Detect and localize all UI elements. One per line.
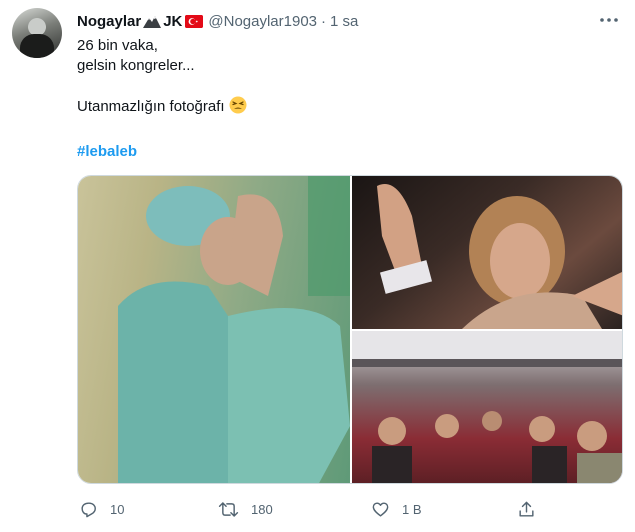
- like-count: 1 B: [402, 501, 422, 517]
- handle[interactable]: @Nogaylar1903: [208, 13, 317, 30]
- avatar[interactable]: [12, 8, 62, 58]
- tweet-line-1: 26 bin vaka,: [77, 37, 158, 54]
- turkey-flag-icon: [185, 14, 204, 28]
- tweet-line-4: Utanmazlığın fotoğrafı: [77, 96, 247, 116]
- heart-icon: [371, 500, 390, 519]
- share-icon: [517, 500, 536, 519]
- tweet-actions: 10 180 1 B: [77, 498, 623, 520]
- retweet-count: 180: [251, 501, 273, 517]
- tweet-header: Nogaylar JK @Nogaylar1903 · 1 sa: [77, 10, 358, 32]
- share-button[interactable]: [517, 498, 536, 520]
- display-name[interactable]: Nogaylar: [77, 13, 141, 30]
- hashtag-link[interactable]: #lebaleb: [77, 143, 137, 160]
- tired-face-emoji-icon: [229, 96, 247, 114]
- reply-button[interactable]: 10: [79, 498, 124, 520]
- retweet-icon: [218, 500, 239, 519]
- reply-icon: [79, 500, 98, 519]
- timestamp[interactable]: 1 sa: [330, 13, 358, 30]
- tweet-line-4-text: Utanmazlığın fotoğrafı: [77, 98, 225, 115]
- crowded-bus-passengers-photo[interactable]: [352, 331, 622, 483]
- mountain-icon: [143, 14, 162, 28]
- tweet-line-2: gelsin kongreler...: [77, 57, 195, 74]
- reply-count: 10: [110, 501, 125, 517]
- name-suffix: JK: [163, 12, 183, 30]
- tweet-text: 26 bin vaka, gelsin kongreler... Utanmaz…: [77, 36, 247, 116]
- tweet-line-3: [77, 76, 247, 96]
- more-options-icon[interactable]: [597, 10, 621, 30]
- woman-cheering-crowd-photo[interactable]: [352, 176, 622, 329]
- media-grid: [77, 175, 623, 484]
- retweet-button[interactable]: 180: [218, 498, 273, 520]
- separator-dot: ·: [321, 12, 327, 30]
- exhausted-healthcare-worker-photo[interactable]: [78, 176, 350, 483]
- like-button[interactable]: 1 B: [371, 498, 422, 520]
